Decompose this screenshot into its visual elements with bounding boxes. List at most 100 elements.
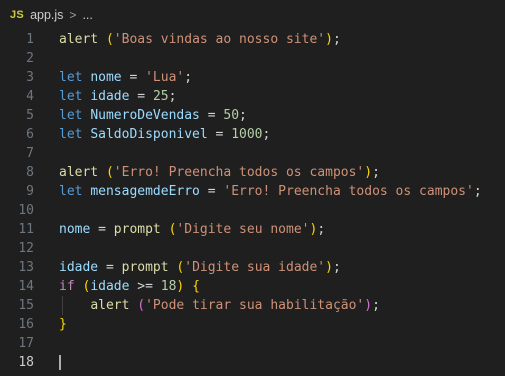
line-number: 14 — [18, 279, 34, 294]
line-number: 12 — [18, 241, 34, 256]
code-token: 1000 — [231, 127, 263, 142]
code-text: let mensagemdeErro = 'Erro! Preencha tod… — [59, 184, 482, 199]
code-token: ; — [317, 222, 326, 237]
code-line[interactable]: 1 alert ('Boas vindas ao nosso site'); — [0, 30, 505, 49]
code-text: idade = prompt ('Digite sua idade'); — [59, 260, 341, 275]
line-number: 13 — [18, 260, 34, 275]
line-number: 11 — [18, 222, 34, 237]
code-token: 'Pode tirar sua habilitação' — [145, 298, 365, 313]
code-line[interactable]: 10 — [0, 201, 505, 220]
code-token: let — [59, 108, 83, 123]
code-token: alert — [59, 32, 99, 47]
code-token: ; — [332, 32, 341, 47]
code-text: if (idade >= 18) { — [59, 279, 200, 294]
code-token: ) — [325, 260, 333, 275]
code-line[interactable]: 6 let SaldoDisponivel = 1000; — [0, 125, 505, 144]
code-token: ; — [372, 165, 380, 180]
code-text: nome = prompt ('Digite seu nome'); — [59, 222, 325, 237]
code-token: = — [98, 260, 122, 275]
code-line[interactable]: 2 — [0, 49, 505, 68]
code-line[interactable]: 18 — [0, 353, 505, 372]
code-token: NumeroDeVendas — [90, 108, 200, 123]
code-token: ) — [325, 32, 333, 47]
code-text: let SaldoDisponivel = 1000; — [59, 127, 270, 142]
line-number: 5 — [26, 108, 34, 123]
code-token: 'Lua' — [145, 70, 185, 85]
code-token: nome — [59, 222, 91, 237]
code-line[interactable]: 14 if (idade >= 18) { — [0, 277, 505, 296]
code-token: 50 — [223, 108, 240, 123]
code-token: ) — [364, 165, 373, 180]
code-line[interactable]: 16} — [0, 315, 505, 334]
code-line[interactable]: 5 let NumeroDeVendas = 50; — [0, 106, 505, 125]
code-token: 'Erro! Preencha todos os campos' — [113, 165, 365, 180]
code-text: let idade = 25; — [59, 89, 176, 104]
code-text: alert ('Erro! Preencha todos os campos')… — [59, 165, 380, 180]
line-number: 1 — [26, 32, 34, 47]
code-token: = — [129, 89, 153, 104]
code-editor[interactable]: 1 alert ('Boas vindas ao nosso site'); 2 3 l… — [0, 30, 505, 372]
javascript-file-icon: JS — [10, 9, 25, 21]
line-number: 9 — [26, 184, 34, 199]
line-number: 4 — [26, 89, 34, 104]
code-token: idade — [90, 279, 130, 294]
line-number: 8 — [26, 165, 34, 180]
code-token: SaldoDisponivel — [90, 127, 208, 142]
code-token: = — [90, 222, 114, 237]
line-number: 10 — [18, 203, 34, 218]
code-token: idade — [90, 89, 130, 104]
code-token: if — [59, 279, 75, 294]
code-line[interactable]: 8 alert ('Erro! Preencha todos os campos'… — [0, 163, 505, 182]
code-token: ; — [239, 108, 247, 123]
code-token: 25 — [152, 89, 169, 104]
line-number: 18 — [18, 355, 34, 370]
code-token: 'Boas vindas ao nosso site' — [113, 32, 326, 47]
code-token: ( — [137, 298, 146, 313]
code-token: 18 — [160, 279, 177, 294]
code-token: = — [199, 184, 224, 199]
code-token: prompt — [113, 222, 161, 237]
line-number: 2 — [26, 51, 34, 66]
line-number: 3 — [26, 70, 34, 85]
code-token: ; — [372, 298, 380, 313]
chevron-right-icon: > — [69, 8, 77, 22]
breadcrumb: JS app.js > ... — [0, 0, 505, 30]
code-token: ; — [262, 127, 271, 142]
code-token: nome — [90, 70, 122, 85]
code-line[interactable]: 9 let mensagemdeErro = 'Erro! Preencha to… — [0, 182, 505, 201]
code-token: >= — [129, 279, 161, 294]
code-text: alert ('Pode tirar sua habilitação'); — [59, 298, 380, 313]
code-line[interactable]: 13 idade = prompt ('Digite sua idade'); — [0, 258, 505, 277]
code-line[interactable]: 12 — [0, 239, 505, 258]
code-line[interactable]: 7 — [0, 144, 505, 163]
code-token: 'Erro! Preencha todos os campos' — [223, 184, 474, 199]
code-text: let NumeroDeVendas = 50; — [59, 108, 247, 123]
breadcrumb-symbol-trail[interactable]: ... — [82, 8, 92, 22]
line-number: 16 — [18, 317, 34, 332]
code-line[interactable]: 15 alert ('Pode tirar sua habilitação'); — [0, 296, 505, 315]
code-token: mensagemdeErro — [90, 184, 200, 199]
code-token: 'Digite sua idade' — [184, 260, 326, 275]
code-token: ) — [364, 298, 373, 313]
code-line[interactable]: 4 let idade = 25; — [0, 87, 505, 106]
code-token: = — [199, 108, 224, 123]
code-token: idade — [59, 260, 99, 275]
code-token: ; — [184, 70, 193, 85]
breadcrumb-file-name[interactable]: app.js — [30, 8, 63, 22]
code-line[interactable]: 3 let nome = 'Lua'; — [0, 68, 505, 87]
code-line[interactable]: 11 nome = prompt ('Digite seu nome'); — [0, 220, 505, 239]
code-token: = — [121, 70, 146, 85]
line-number: 17 — [18, 336, 34, 351]
code-text: let nome = 'Lua'; — [59, 70, 192, 85]
code-token: let — [59, 184, 83, 199]
code-token: ( — [105, 32, 114, 47]
line-number: 6 — [26, 127, 34, 142]
code-token: } — [59, 317, 67, 332]
code-token: 'Digite seu nome' — [176, 222, 310, 237]
code-token: let — [59, 89, 83, 104]
code-line[interactable]: 17 — [0, 334, 505, 353]
